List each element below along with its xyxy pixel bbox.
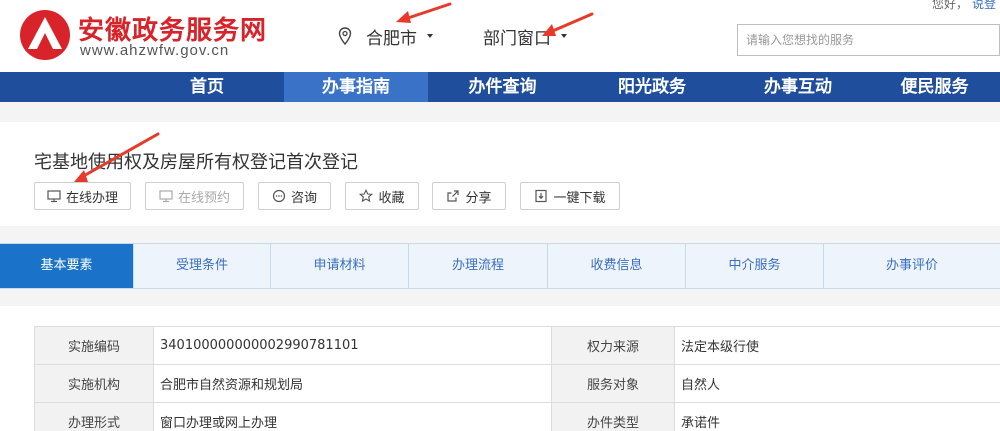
tab-application-materials[interactable]: 申请材料 xyxy=(271,244,409,288)
chat-icon xyxy=(272,189,286,203)
site-logo[interactable]: 安徽政务服务网 www.ahzwfw.gov.cn xyxy=(18,6,280,66)
field-value: 合肥市自然资源和规划局 xyxy=(153,364,552,403)
page-title: 宅基地使用权及房屋所有权登记首次登记 xyxy=(34,152,358,173)
table-row: 实施编码 340100000000002990781101 权力来源 法定本级行… xyxy=(34,326,1000,365)
star-icon xyxy=(359,189,374,203)
tab-fee-info[interactable]: 收费信息 xyxy=(548,244,686,288)
share-icon xyxy=(447,190,460,202)
main-nav: 首页 办事指南 办件查询 阳光政务 办事互动 便民服务 xyxy=(0,72,1000,102)
tab-acceptance-conditions[interactable]: 受理条件 xyxy=(134,244,271,288)
basic-info-table: 实施编码 340100000000002990781101 权力来源 法定本级行… xyxy=(34,326,1000,431)
consult-button[interactable]: 咨询 xyxy=(258,182,331,210)
location-pin-icon xyxy=(338,27,352,45)
table-row: 办理形式 窗口办理或网上办理 办件类型 承诺件 xyxy=(34,402,1000,431)
monitor-icon xyxy=(159,190,173,203)
tab-basic-elements[interactable]: 基本要素 xyxy=(0,244,134,288)
section-separator xyxy=(0,102,1000,122)
table-row: 实施机构 合肥市自然资源和规划局 服务对象 自然人 xyxy=(34,364,1000,403)
field-label: 实施编码 xyxy=(34,326,154,365)
consult-label: 咨询 xyxy=(290,190,317,206)
field-value: 340100000000002990781101 xyxy=(153,326,552,365)
nav-item-convenience[interactable]: 便民服务 xyxy=(869,72,1000,102)
field-label: 权力来源 xyxy=(551,326,675,365)
online-booking-button[interactable]: 在线预约 xyxy=(145,182,244,210)
download-icon xyxy=(535,189,548,203)
search-input[interactable] xyxy=(738,25,999,55)
detail-tabs: 基本要素 受理条件 申请材料 办理流程 收费信息 中介服务 办事评价 xyxy=(0,243,1000,289)
field-value: 窗口办理或网上办理 xyxy=(153,402,552,431)
online-apply-label: 在线办理 xyxy=(65,190,118,206)
site-header: 安徽政务服务网 www.ahzwfw.gov.cn 合肥市 部门窗口 您好，说登 xyxy=(0,0,1000,72)
nav-item-interaction[interactable]: 办事互动 xyxy=(727,72,869,102)
tab-service-rating[interactable]: 办事评价 xyxy=(824,244,1000,288)
field-value: 自然人 xyxy=(674,364,1000,403)
nav-item-sunshine[interactable]: 阳光政务 xyxy=(577,72,727,102)
favorite-label: 收藏 xyxy=(378,190,405,206)
login-link[interactable]: 说登 xyxy=(972,0,996,11)
field-label: 办理形式 xyxy=(34,402,154,431)
tab-process[interactable]: 办理流程 xyxy=(409,244,548,288)
city-selector[interactable]: 合肥市 xyxy=(338,24,433,49)
share-button[interactable]: 分享 xyxy=(432,182,506,210)
online-apply-button[interactable]: 在线办理 xyxy=(34,182,131,210)
share-label: 分享 xyxy=(465,190,492,206)
nav-item-home[interactable]: 首页 xyxy=(130,72,284,102)
department-label: 部门窗口 xyxy=(483,28,551,49)
nav-item-query[interactable]: 办件查询 xyxy=(428,72,577,102)
site-url: www.ahzwfw.gov.cn xyxy=(80,42,230,59)
download-all-label: 一键下载 xyxy=(553,190,606,206)
field-label: 服务对象 xyxy=(551,364,675,403)
field-value: 承诺件 xyxy=(674,402,1000,431)
tab-intermediary-service[interactable]: 中介服务 xyxy=(686,244,824,288)
chevron-down-icon xyxy=(427,34,433,38)
logo-icon xyxy=(20,10,70,60)
chevron-down-icon xyxy=(561,34,567,38)
nav-item-guide[interactable]: 办事指南 xyxy=(284,72,428,102)
search-box xyxy=(737,24,1000,56)
field-label: 实施机构 xyxy=(34,364,154,403)
download-all-button[interactable]: 一键下载 xyxy=(520,182,620,210)
city-label: 合肥市 xyxy=(366,28,417,49)
greeting-text: 您好， xyxy=(932,0,969,11)
user-greeting: 您好， 说登 xyxy=(932,0,996,12)
monitor-icon xyxy=(47,190,61,203)
tabs-area: 基本要素 受理条件 申请材料 办理流程 收费信息 中介服务 办事评价 xyxy=(0,226,1000,306)
department-selector[interactable]: 部门窗口 xyxy=(483,24,567,49)
online-booking-label: 在线预约 xyxy=(177,190,230,206)
field-value: 法定本级行使 xyxy=(674,326,1000,365)
favorite-button[interactable]: 收藏 xyxy=(345,182,419,210)
field-label: 办件类型 xyxy=(551,402,675,431)
